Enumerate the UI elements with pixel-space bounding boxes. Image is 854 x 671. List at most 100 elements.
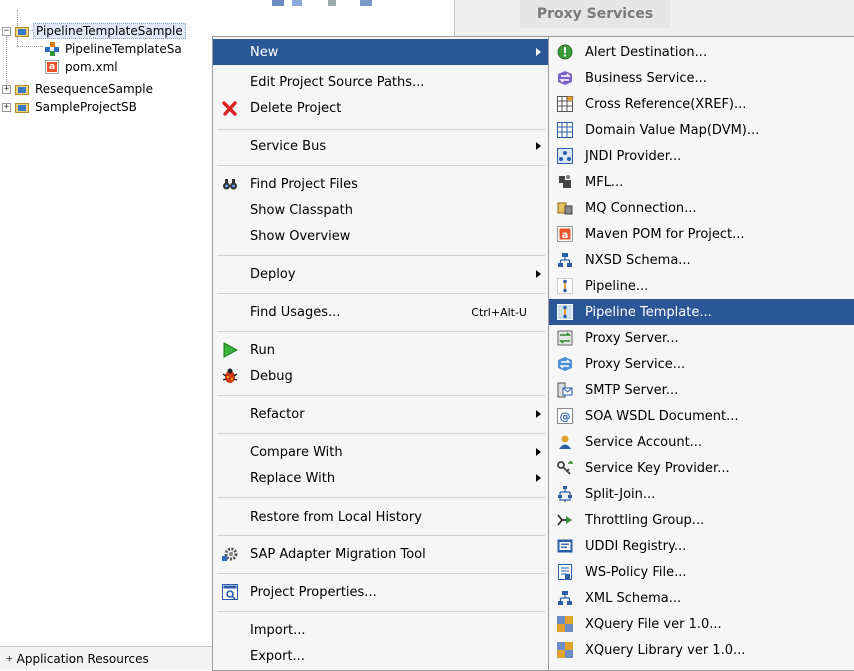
- submenu-item-ws-policy[interactable]: WS-Policy File...: [549, 559, 854, 585]
- menu-item-find-project-files[interactable]: Find Project Files: [213, 171, 549, 197]
- maven-pom-icon: a: [557, 226, 573, 242]
- submenu-item-mfl[interactable]: MFL...: [549, 169, 854, 195]
- menu-item-show-classpath[interactable]: Show Classpath: [213, 197, 549, 223]
- submenu-item-split-join[interactable]: Split-Join...: [549, 481, 854, 507]
- submenu-item-business-service[interactable]: Business Service...: [549, 65, 854, 91]
- business-service-icon: [558, 71, 572, 85]
- uddi-icon: [557, 539, 573, 553]
- toolbar-icon[interactable]: [292, 0, 302, 6]
- tree-item-label: ResequenceSample: [35, 82, 154, 96]
- menu-item-label: MQ Connection...: [585, 200, 697, 216]
- gear-icon: [222, 547, 238, 561]
- expand-icon[interactable]: +: [2, 84, 11, 94]
- tree-item-label: PipelineTemplateSa: [65, 42, 182, 56]
- menu-separator: [217, 255, 545, 256]
- menu-item-compare-with[interactable]: Compare With: [213, 439, 549, 465]
- submenu-item-smtp-server[interactable]: SMTP Server...: [549, 377, 854, 403]
- toolbar-icon[interactable]: [272, 0, 284, 6]
- project-tree: − PipelineTemplateSample PipelineTemplat…: [0, 0, 212, 669]
- new-submenu: Alert Destination... Business Service...…: [548, 36, 854, 671]
- submenu-item-pipeline[interactable]: Pipeline...: [549, 273, 854, 299]
- submenu-item-soa-wsdl[interactable]: @ SOA WSDL Document...: [549, 403, 854, 429]
- tree-item-pipelinetemplatesample[interactable]: − PipelineTemplateSample: [2, 22, 186, 40]
- menu-item-label: Refactor: [250, 406, 305, 422]
- menu-item-edit-source-paths[interactable]: Edit Project Source Paths...: [213, 69, 549, 95]
- collapse-icon[interactable]: −: [2, 26, 11, 36]
- throttling-icon: [557, 514, 572, 526]
- application-resources-label: Application Resources: [16, 651, 149, 666]
- menu-item-debug[interactable]: Debug: [213, 363, 549, 389]
- submenu-item-pipeline-template[interactable]: Pipeline Template...: [549, 299, 854, 325]
- menu-separator: [217, 331, 545, 332]
- menu-item-label: XML Schema...: [585, 590, 682, 606]
- submenu-item-xquery-library[interactable]: XQuery Library ver 1.0...: [549, 637, 854, 663]
- menu-item-deploy[interactable]: Deploy: [213, 261, 549, 287]
- wsdl-icon: @: [557, 408, 573, 424]
- tree-item-sampleprojectsb[interactable]: + SampleProjectSB: [2, 98, 139, 116]
- smtp-icon: [557, 382, 573, 398]
- menu-item-label: Proxy Server...: [585, 330, 679, 346]
- submenu-item-dvm[interactable]: Domain Value Map(DVM)...: [549, 117, 854, 143]
- menu-item-find-usages[interactable]: Find Usages... Ctrl+Alt-U: [213, 299, 549, 325]
- menu-item-run[interactable]: Run: [213, 337, 549, 363]
- submenu-item-nxsd-schema[interactable]: NXSD Schema...: [549, 247, 854, 273]
- tree-item-pipeline-file[interactable]: PipelineTemplateSa: [45, 40, 184, 58]
- menu-item-label: JNDI Provider...: [585, 148, 682, 164]
- submenu-item-service-account[interactable]: Service Account...: [549, 429, 854, 455]
- application-resources-panel[interactable]: + Application Resources: [0, 646, 212, 670]
- debug-icon: [222, 368, 238, 383]
- menu-item-sap-adapter-migration[interactable]: SAP Adapter Migration Tool: [213, 541, 549, 567]
- menu-item-show-overview[interactable]: Show Overview: [213, 223, 549, 249]
- menu-separator: [217, 535, 545, 536]
- menu-item-delete-project[interactable]: Delete Project: [213, 95, 549, 121]
- menu-item-label: Proxy Service...: [585, 356, 686, 372]
- pipeline-template-icon: [557, 304, 573, 320]
- proxy-services-tab[interactable]: Proxy Services: [520, 0, 670, 28]
- menu-separator: [217, 611, 545, 612]
- submenu-item-mq-connection[interactable]: MQ Connection...: [549, 195, 854, 221]
- toolbar-icon[interactable]: [360, 0, 372, 6]
- menu-item-refactor[interactable]: Refactor: [213, 401, 549, 427]
- pipeline-icon: [45, 42, 59, 56]
- toolbar-icon[interactable]: [328, 0, 336, 6]
- svg-text:@: @: [560, 410, 571, 423]
- submenu-item-throttling-group[interactable]: Throttling Group...: [549, 507, 854, 533]
- proxy-service-icon: [558, 357, 572, 371]
- submenu-item-xref[interactable]: Cross Reference(XREF)...: [549, 91, 854, 117]
- context-menu: New Edit Project Source Paths... Delete …: [212, 36, 550, 671]
- menu-item-project-properties[interactable]: Project Properties...: [213, 579, 549, 605]
- jndi-icon: [557, 148, 573, 164]
- submenu-item-service-key-provider[interactable]: Service Key Provider...: [549, 455, 854, 481]
- xml-schema-icon: [558, 591, 572, 605]
- submenu-item-proxy-server[interactable]: Proxy Server...: [549, 325, 854, 351]
- expand-icon[interactable]: +: [2, 102, 11, 112]
- menu-item-export[interactable]: Export...: [213, 643, 549, 669]
- mfl-icon: [559, 175, 571, 188]
- submenu-item-xml-schema[interactable]: XML Schema...: [549, 585, 854, 611]
- submenu-arrow-icon: [536, 410, 541, 418]
- menu-item-replace-with[interactable]: Replace With: [213, 465, 549, 491]
- menu-item-restore-local-history[interactable]: Restore from Local History: [213, 504, 549, 530]
- expand-icon[interactable]: +: [6, 652, 13, 665]
- menu-item-import[interactable]: Import...: [213, 617, 549, 643]
- properties-icon: [222, 584, 238, 600]
- menu-item-label: Compare With: [250, 444, 343, 460]
- tree-item-resequencesample[interactable]: + ResequenceSample: [2, 80, 155, 98]
- policy-icon: [558, 564, 572, 580]
- submenu-item-proxy-service[interactable]: Proxy Service...: [549, 351, 854, 377]
- menu-item-service-bus[interactable]: Service Bus: [213, 133, 549, 159]
- xquery-icon: [557, 642, 573, 658]
- folder-icon: [15, 101, 29, 113]
- submenu-item-maven-pom[interactable]: a Maven POM for Project...: [549, 221, 854, 247]
- submenu-item-xquery-file[interactable]: XQuery File ver 1.0...: [549, 611, 854, 637]
- tree-item-pom-xml[interactable]: a pom.xml: [45, 58, 120, 76]
- submenu-item-uddi-registry[interactable]: UDDI Registry...: [549, 533, 854, 559]
- menu-item-label: Debug: [250, 368, 293, 384]
- submenu-item-alert-destination[interactable]: Alert Destination...: [549, 39, 854, 65]
- menu-item-new[interactable]: New: [213, 39, 549, 65]
- submenu-item-jndi[interactable]: JNDI Provider...: [549, 143, 854, 169]
- folder-icon: [15, 25, 29, 37]
- alert-icon: [557, 44, 573, 60]
- tree-item-label: pom.xml: [65, 60, 118, 74]
- account-icon: [559, 435, 571, 449]
